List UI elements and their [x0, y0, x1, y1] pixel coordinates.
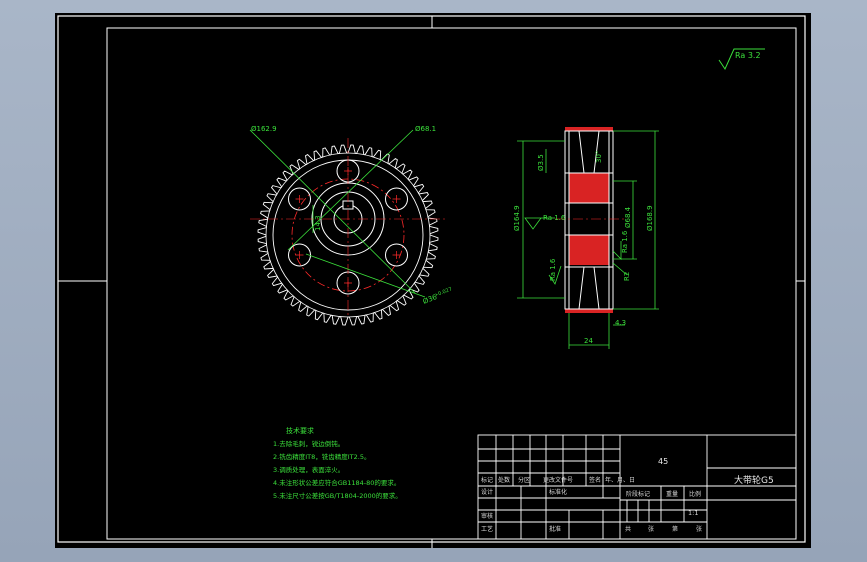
section-view: Ø164.9 Ø168.9 Ø68.4 Ø3.5 30° Ra 1.6 Ra 1… [513, 127, 659, 349]
tech-requirements: 技术要求 1.去除毛刺，锐边倒钝。 2.铣齿精度IT8，铣齿精度IT2.5。 3… [273, 426, 402, 500]
row-label: 处数 [498, 476, 510, 484]
material: 45 [658, 457, 668, 466]
roughness-1: Ra 1.6 [543, 214, 566, 222]
dim-key-width: 14.3 [314, 215, 322, 231]
hole-center-mark [392, 195, 401, 203]
row-label: 分区 [518, 476, 530, 484]
tech-item: 4.未注形状公差应符合GB1184-80的要求。 [273, 478, 400, 487]
scale-value: 1:1 [688, 509, 698, 517]
front-view: Ø162.9 Ø68.1 14.3 Ø36 +0.027 [249, 125, 453, 326]
dim-root-diameter: Ø162.9 [251, 125, 277, 133]
roughness-3: Ra 1.6 [621, 230, 629, 253]
outer-frame [57, 15, 806, 543]
roughness-2: Ra 1.6 [549, 258, 557, 281]
sheet-label: 张 [648, 525, 654, 533]
part-name: 大带轮G5 [734, 474, 774, 486]
chamfer-label: R2 [623, 272, 631, 281]
stage-label: 比例 [689, 490, 701, 498]
hole-center-mark [295, 251, 304, 259]
dim-pitch-diameter: Ø68.1 [415, 125, 436, 133]
row-label: 签名 [589, 476, 601, 484]
sheet-label: 张 [696, 525, 702, 533]
section-hatch [565, 127, 613, 313]
inner-border [106, 27, 797, 540]
stage-label: 阶段标记 [626, 490, 650, 498]
standardization-label: 标准化 [549, 488, 567, 496]
row-label: 年、月、日 [605, 476, 635, 484]
tech-heading: 技术要求 [286, 426, 314, 435]
tech-item: 5.未注尺寸公差按GB/T1804-2000的要求。 [273, 491, 402, 500]
title-block: 45 大带轮G5 1:1 标记 处数 分区 更改文件号 签名 年、月、日 设计 … [477, 434, 797, 540]
designer-label: 设计 [481, 488, 493, 496]
tech-item: 3.调质处理，表面淬火。 [273, 465, 344, 474]
tech-item: 2.铣齿精度IT8，铣齿精度IT2.5。 [273, 452, 370, 461]
dim-width: 24 [584, 337, 593, 345]
dim-mid-diameter: Ø68.4 [624, 206, 632, 228]
tech-item: 1.去除毛刺，锐边倒钝。 [273, 439, 344, 448]
review-label: 审核 [481, 512, 493, 520]
cad-drawing: Ra 3.2 Ø162.9 Ø68.1 14.3 Ø36 +0.027 Ø164… [57, 15, 806, 548]
dim-outer-diameter: Ø164.9 [513, 205, 521, 231]
surface-finish-label: Ra 3.2 [735, 51, 761, 60]
stage-label: 重量 [666, 490, 678, 498]
approve-label: 批准 [549, 525, 561, 533]
surface-finish-symbol: Ra 3.2 [718, 48, 765, 71]
sheet-label: 共 [625, 525, 631, 533]
dim-inner-diameter: Ø168.9 [646, 205, 654, 231]
dim-angle: 30° [595, 151, 603, 163]
process-label: 工艺 [481, 525, 493, 533]
row-label: 更改文件号 [543, 476, 573, 484]
dim-offset: 4.3 [615, 319, 626, 327]
sheet-label: 第 [672, 525, 678, 533]
row-label: 标记 [481, 476, 493, 484]
dim-tooth: Ø3.5 [537, 154, 545, 171]
dim-bore-tolerance: +0.027 [434, 286, 453, 298]
section-outline [564, 130, 614, 310]
hole-center-mark [295, 195, 304, 203]
centering-marks [58, 16, 805, 548]
drawing-sheet: Ra 3.2 Ø162.9 Ø68.1 14.3 Ø36 +0.027 Ø164… [55, 13, 811, 548]
